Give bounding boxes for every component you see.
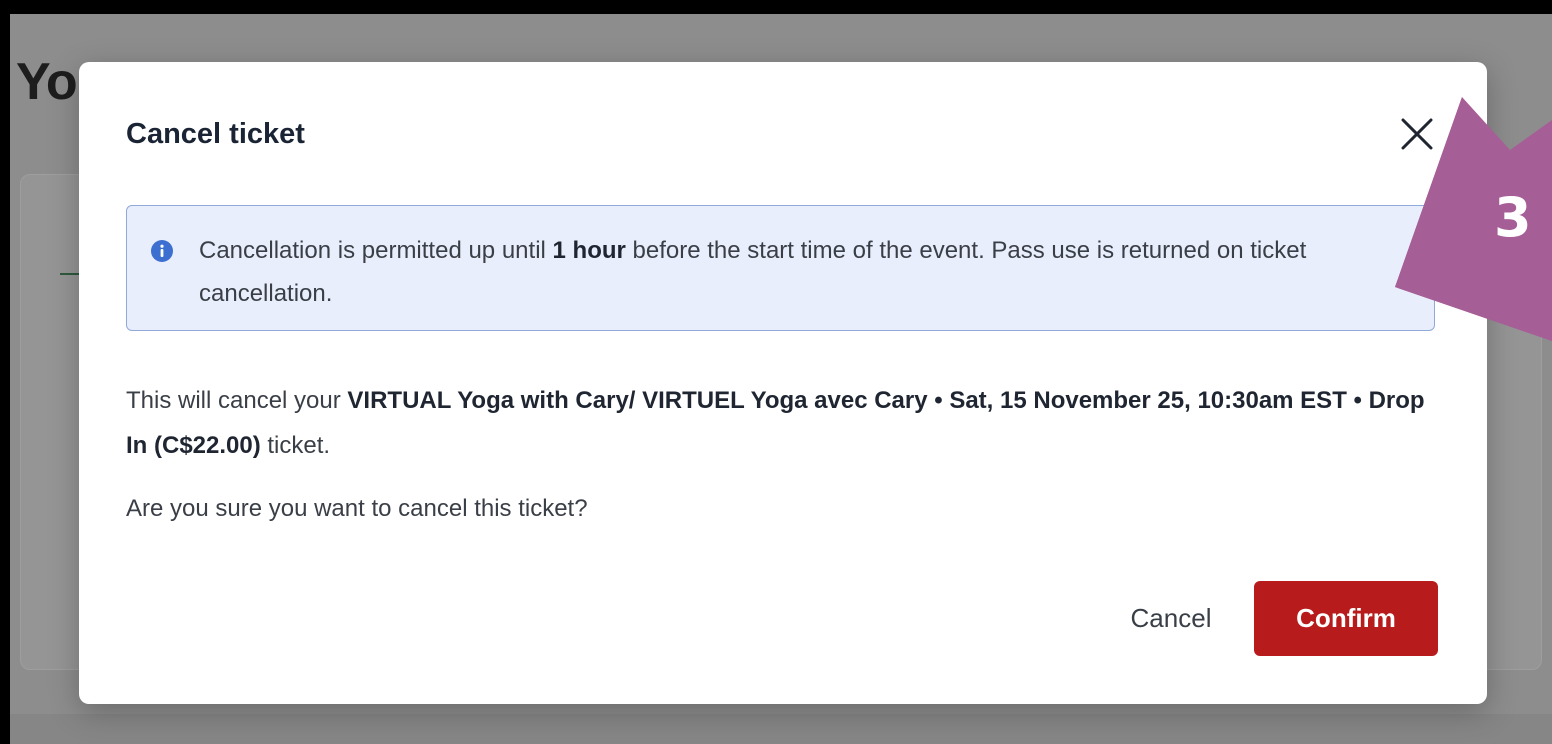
policy-text-before: Cancellation is permitted up until [199, 237, 553, 264]
cancel-confirmation-text: This will cancel your VIRTUAL Yoga with … [126, 378, 1426, 468]
confirm-button[interactable]: Confirm [1254, 581, 1438, 656]
confirmation-question: Are you sure you want to cancel this tic… [126, 495, 588, 522]
policy-text: Cancellation is permitted up until 1 hou… [199, 229, 1399, 315]
policy-text-bold: 1 hour [552, 237, 626, 264]
dialog-title: Cancel ticket [126, 118, 305, 150]
background-page-title: Yo [16, 53, 78, 111]
confirmation-suffix: ticket. [260, 432, 331, 459]
background-footer-band [10, 714, 1552, 744]
cancel-ticket-dialog: Cancel ticket Cancellation is permitted … [79, 62, 1487, 704]
info-icon [151, 240, 173, 262]
step-number-label: 3 [1494, 186, 1532, 249]
cancellation-policy-notice: Cancellation is permitted up until 1 hou… [126, 205, 1435, 331]
confirmation-prefix: This will cancel your [126, 387, 348, 414]
cancel-button[interactable]: Cancel [1111, 586, 1231, 650]
close-button[interactable] [1395, 112, 1439, 156]
close-x-icon [1401, 118, 1433, 150]
